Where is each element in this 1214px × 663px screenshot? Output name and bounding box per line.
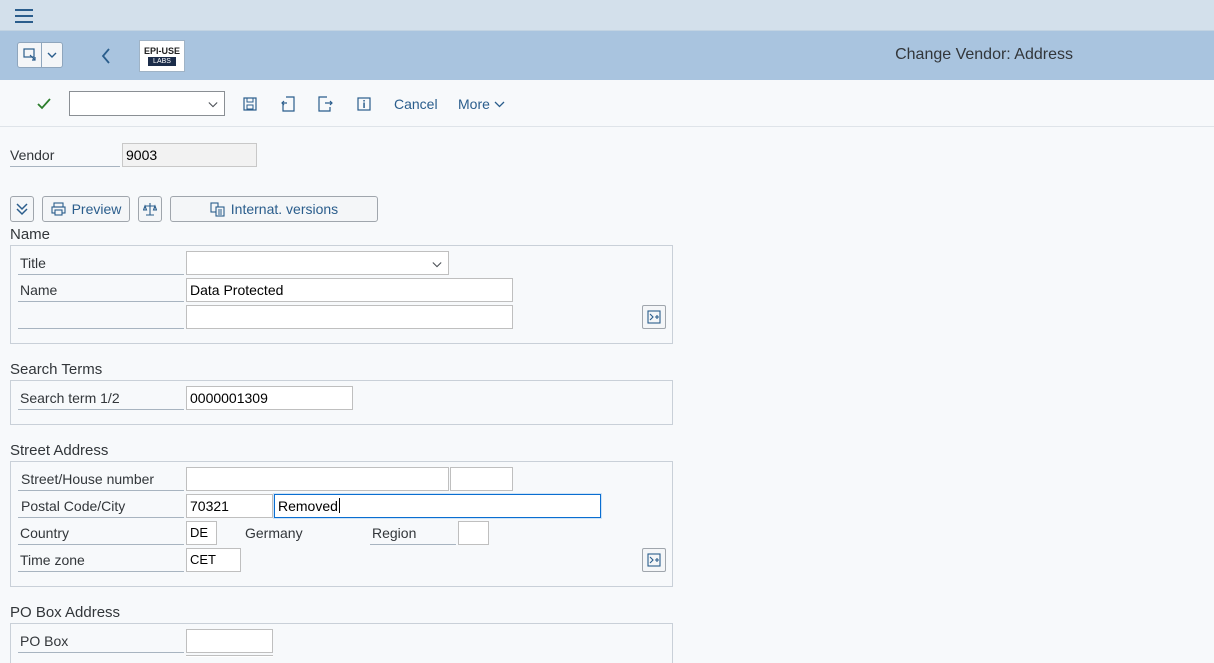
command-field[interactable] <box>69 91 225 116</box>
logo-text-bottom: LABS <box>148 57 176 66</box>
chevron-down-icon <box>42 43 62 67</box>
title-dropdown[interactable] <box>186 251 449 275</box>
chevron-down-icon <box>494 101 505 107</box>
cancel-button[interactable]: Cancel <box>394 96 438 112</box>
expand-all-button[interactable] <box>10 196 34 222</box>
expand-fields-icon <box>647 553 661 567</box>
double-chevron-down-icon <box>16 203 28 216</box>
timezone-label: Time zone <box>18 552 184 572</box>
enter-check-icon[interactable] <box>34 94 54 114</box>
compare-button[interactable] <box>138 196 162 222</box>
hamburger-menu-icon[interactable] <box>12 6 36 26</box>
printer-icon <box>51 202 66 216</box>
timezone-field[interactable]: CET <box>186 548 241 572</box>
pobox-group-title: PO Box Address <box>10 604 121 621</box>
country-label: Country <box>18 525 184 545</box>
title-label: Title <box>18 255 184 275</box>
menu-bar <box>0 0 1214 31</box>
name2-field[interactable] <box>186 305 513 329</box>
search-term-label: Search term 1/2 <box>18 390 184 410</box>
internat-versions-label: Internat. versions <box>230 201 339 217</box>
country-name: Germany <box>245 525 303 541</box>
system-menu-icon <box>18 43 42 67</box>
pobox-field[interactable] <box>186 629 273 653</box>
more-fields-button[interactable] <box>642 305 666 329</box>
system-menu-button[interactable] <box>17 42 63 68</box>
scale-icon <box>143 203 157 216</box>
region-label: Region <box>370 525 456 545</box>
page-title: Change Vendor: Address <box>895 46 1073 63</box>
exit-icon[interactable] <box>315 94 335 114</box>
street-label: Street/House number <box>18 471 184 491</box>
back-document-icon[interactable] <box>278 94 298 114</box>
city-value: Removed <box>278 498 338 514</box>
chevron-down-icon <box>432 262 442 268</box>
vendor-field: 9003 <box>122 143 257 167</box>
text-cursor <box>338 498 340 513</box>
name-field[interactable]: Data Protected <box>186 278 513 302</box>
postal-city-label: Postal Code/City <box>18 498 184 518</box>
street-group-title: Street Address <box>10 442 109 459</box>
country-field[interactable]: DE <box>186 521 217 545</box>
search-term-field[interactable]: 0000001309 <box>186 386 353 410</box>
info-icon[interactable] <box>354 94 374 114</box>
city-field[interactable]: Removed <box>274 494 601 518</box>
name-label: Name <box>18 282 184 302</box>
region-field[interactable] <box>458 521 489 545</box>
name2-label-line <box>18 309 184 329</box>
search-group-title: Search Terms <box>10 361 103 378</box>
pobox-label: PO Box <box>18 633 184 653</box>
street-field[interactable] <box>186 467 449 491</box>
preview-label: Preview <box>71 201 122 217</box>
postal-code-field[interactable]: 70321 <box>186 494 273 518</box>
preview-button[interactable]: Preview <box>42 196 130 222</box>
name-group-title: Name <box>10 226 51 243</box>
more-menu-button[interactable]: More <box>458 96 505 112</box>
versions-icon <box>210 201 225 217</box>
chevron-down-icon <box>208 102 218 108</box>
vendor-label: Vendor <box>10 147 120 167</box>
more-label: More <box>458 96 490 112</box>
company-logo: EPI-USE LABS <box>139 40 185 72</box>
save-icon[interactable] <box>240 94 260 114</box>
back-icon[interactable] <box>96 44 116 68</box>
more-address-fields-button[interactable] <box>642 548 666 572</box>
expand-fields-icon <box>647 310 661 324</box>
logo-text-top: EPI-USE <box>143 46 180 56</box>
internat-versions-button[interactable]: Internat. versions <box>170 196 378 222</box>
house-number-field[interactable] <box>450 467 513 491</box>
